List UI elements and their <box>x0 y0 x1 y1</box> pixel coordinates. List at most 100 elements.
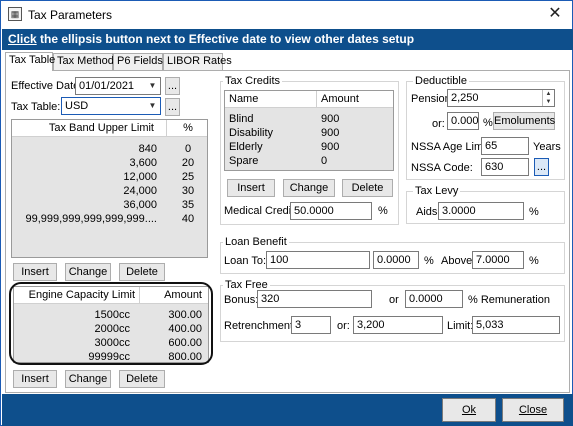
credit-amount-cell: 900 <box>321 141 340 153</box>
nssa-code-ellipsis-button[interactable]: ... <box>534 158 549 176</box>
years-label: Years <box>533 141 561 153</box>
spin-down-icon[interactable]: ▼ <box>542 98 554 106</box>
credit-name-cell: Blind <box>229 113 254 125</box>
above-unit: % <box>529 255 539 267</box>
engine-delete-button[interactable]: Delete <box>119 370 165 388</box>
bonus-field[interactable]: 320 <box>257 290 372 308</box>
ok-button[interactable]: Ok <box>442 398 496 422</box>
band-percent-cell: 40 <box>181 213 195 225</box>
aids-field[interactable]: 3.0000 <box>438 202 524 220</box>
tax-table-value: USD <box>65 100 89 112</box>
table-row[interactable]: 12,000 25 <box>12 170 207 184</box>
tax-credits-grid[interactable]: Name Amount Blind 900 Disability 900 Eld… <box>224 90 394 171</box>
band-limit-cell: 3,600 <box>129 157 157 169</box>
tax-bands-grid[interactable]: Tax Band Upper Limit % 840 0 3,600 20 12… <box>11 119 208 258</box>
column-header-amount[interactable]: Amount <box>317 91 393 108</box>
nssa-age-limit-field[interactable]: 65 <box>481 137 529 155</box>
table-row[interactable]: 840 0 <box>12 142 207 156</box>
band-percent-cell: 0 <box>184 143 192 155</box>
tax-credits-header: Name Amount <box>225 91 393 108</box>
deductible-title: Deductible <box>413 75 469 87</box>
column-header-percent[interactable]: % <box>167 120 207 137</box>
effective-date-value: 01/01/2021 <box>79 80 135 92</box>
annotation-highlight <box>9 282 213 365</box>
close-button-label: Close <box>518 404 548 416</box>
window-title: Tax Parameters <box>28 8 113 22</box>
spinner-arrows[interactable]: ▲ ▼ <box>542 90 554 106</box>
table-row[interactable]: Disability 900 <box>225 126 393 140</box>
pension-spinner[interactable]: 2,250 ▲ ▼ <box>447 89 555 107</box>
aids-label: Aids: <box>416 206 441 218</box>
tax-credits-delete-button[interactable]: Delete <box>342 179 393 197</box>
tab-p6-fields[interactable]: P6 Fields <box>113 53 163 70</box>
limit-field[interactable]: 5,033 <box>472 316 560 334</box>
column-header-name[interactable]: Name <box>225 91 317 108</box>
retrenchment-field[interactable]: 3 <box>291 316 331 334</box>
band-percent-cell: 20 <box>181 157 195 169</box>
close-button[interactable]: Close <box>502 398 564 422</box>
loan-to-field[interactable]: 100 <box>266 251 370 269</box>
pension-value: 2,250 <box>451 92 479 104</box>
loan-rate-field[interactable]: 0.0000 <box>373 251 419 269</box>
tax-bands-change-button[interactable]: Change <box>65 263 111 281</box>
band-limit-cell: 840 <box>138 143 157 155</box>
info-banner: Click the ellipsis button next to Effect… <box>2 29 573 50</box>
bonus-label: Bonus: <box>224 294 259 306</box>
loan-to-label: Loan To: <box>224 255 267 267</box>
engine-change-button[interactable]: Change <box>65 370 111 388</box>
table-row[interactable]: 3,600 20 <box>12 156 207 170</box>
above-field[interactable]: 7.0000 <box>472 251 524 269</box>
tax-credits-change-button[interactable]: Change <box>283 179 335 197</box>
table-row[interactable]: Blind 900 <box>225 112 393 126</box>
engine-insert-button[interactable]: Insert <box>13 370 57 388</box>
chevron-down-icon[interactable]: ▼ <box>146 99 159 113</box>
credit-amount-cell: 900 <box>321 113 340 125</box>
above-label: Above: <box>441 255 476 267</box>
table-row[interactable]: 99,999,999,999,999,999.... 40 <box>12 212 207 226</box>
ok-button-label: Ok <box>461 404 477 416</box>
tax-bands-delete-button[interactable]: Delete <box>119 263 165 281</box>
pension-percent-field[interactable]: 0.0000 <box>447 112 479 130</box>
retrenchment-label: Retrenchment / <box>224 320 300 332</box>
band-percent-cell: 30 <box>181 185 195 197</box>
tax-bands-header: Tax Band Upper Limit % <box>12 120 207 137</box>
tab-tax-table[interactable]: Tax Table <box>5 52 55 71</box>
emoluments-button[interactable]: Emoluments <box>493 112 555 130</box>
app-icon: ▦ <box>8 7 22 21</box>
banner-text: the ellipsis button next to Effective da… <box>36 32 415 46</box>
effective-date-label: Effective Date: <box>11 80 83 92</box>
effective-date-ellipsis-button[interactable]: ... <box>165 77 180 95</box>
tax-bands-insert-button[interactable]: Insert <box>13 263 57 281</box>
spin-up-icon[interactable]: ▲ <box>542 90 554 98</box>
table-row[interactable]: Elderly 900 <box>225 140 393 154</box>
chevron-down-icon[interactable]: ▼ <box>146 79 159 93</box>
close-icon[interactable]: ✕ <box>544 4 566 24</box>
tax-parameters-window: ▦ Tax Parameters ✕ Click the ellipsis bu… <box>0 0 573 426</box>
table-row[interactable]: Spare 0 <box>225 154 393 168</box>
nssa-code-field[interactable]: 630 <box>481 158 529 176</box>
table-row[interactable]: 24,000 30 <box>12 184 207 198</box>
band-percent-cell: 25 <box>181 171 195 183</box>
column-header-band-limit[interactable]: Tax Band Upper Limit <box>12 120 167 137</box>
medical-credits-field[interactable]: 50.0000 <box>290 202 372 220</box>
aids-unit: % <box>529 206 539 218</box>
retrenchment-amount-field[interactable]: 3,200 <box>353 316 443 334</box>
pension-percent-unit: % <box>483 117 493 129</box>
effective-date-field[interactable]: 01/01/2021 ▼ <box>75 77 161 95</box>
tax-table-select[interactable]: USD ▼ <box>61 97 161 115</box>
tax-table-label: Tax Table: <box>11 101 61 113</box>
tax-table-ellipsis-button[interactable]: ... <box>165 98 180 116</box>
band-percent-cell: 35 <box>181 199 195 211</box>
tab-tax-method[interactable]: Tax Method <box>53 53 114 70</box>
tax-credits-insert-button[interactable]: Insert <box>227 179 275 197</box>
credit-name-cell: Elderly <box>229 141 263 153</box>
credit-amount-cell: 900 <box>321 127 340 139</box>
table-row[interactable]: 36,000 35 <box>12 198 207 212</box>
bonus-percent-field[interactable]: 0.0000 <box>405 290 463 308</box>
tax-credits-title: Tax Credits <box>223 75 283 87</box>
remuneration-label: % Remuneration <box>468 294 550 306</box>
retrenchment-or-label: or: <box>337 320 350 332</box>
tab-libor-rates[interactable]: LIBOR Rates <box>163 53 232 70</box>
limit-label: Limit: <box>447 320 474 332</box>
or-label: or: <box>432 118 445 130</box>
